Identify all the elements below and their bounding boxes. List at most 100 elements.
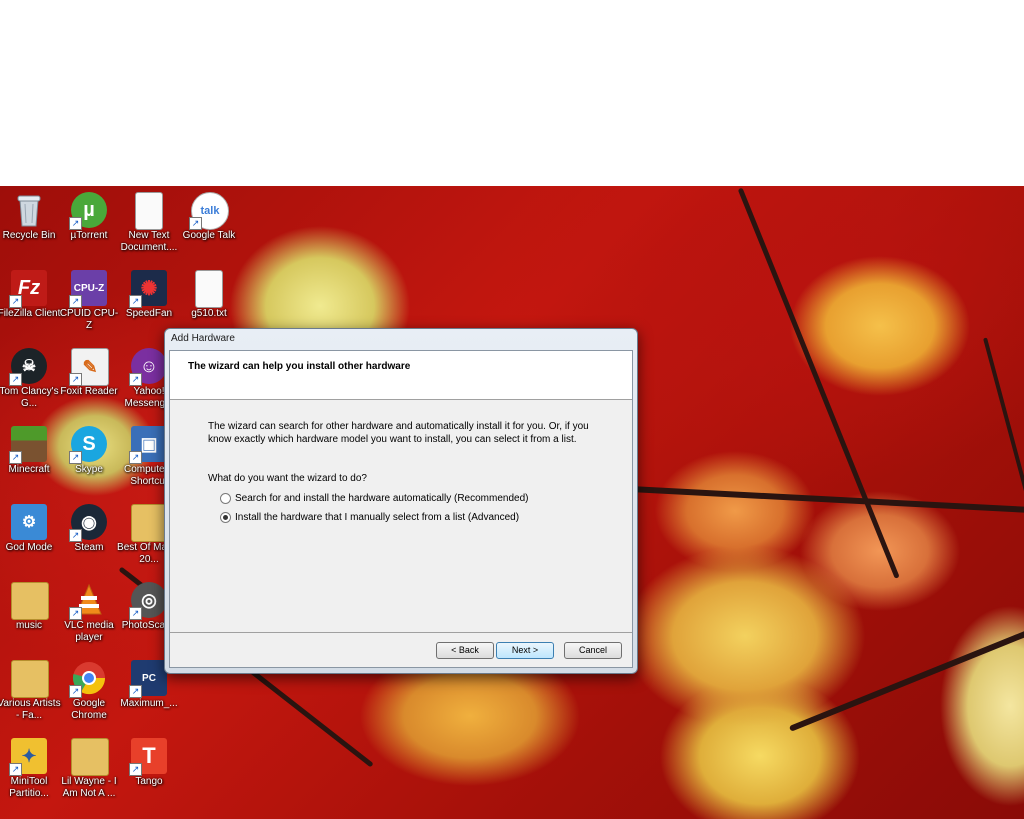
shortcut-arrow-icon: ↗ <box>129 607 142 620</box>
shortcut-arrow-icon: ↗ <box>129 763 142 776</box>
desktop-icon-steam[interactable]: ◉ ↗ Steam <box>57 504 121 554</box>
icon-label: Steam <box>74 542 104 553</box>
desktop-icon-google-talk[interactable]: talk ↗ Google Talk <box>177 192 241 242</box>
wallpaper-branch <box>788 628 1024 732</box>
vlc-icon: ↗ <box>69 582 107 620</box>
foxit-icon: ✎ ↗ <box>69 348 109 386</box>
radio-auto[interactable] <box>220 493 231 504</box>
control-panel-icon: ⚙ <box>11 504 47 540</box>
desktop-icon-game[interactable]: ☠ ↗ Tom Clancy's G... <box>0 348 61 410</box>
desktop-icon-tango[interactable]: T ↗ Tango <box>117 738 181 788</box>
shortcut-arrow-icon: ↗ <box>69 685 82 698</box>
wallpaper-branch <box>629 486 1024 514</box>
desktop-icon-lil-wayne[interactable]: Lil Wayne - I Am Not A ... <box>57 738 121 800</box>
back-button[interactable]: < Back <box>436 642 494 659</box>
icon-label: God Mode <box>5 542 53 553</box>
option-auto-label: Search for and install the hardware auto… <box>235 493 529 504</box>
shortcut-arrow-icon: ↗ <box>69 373 82 386</box>
wizard-header-title: The wizard can help you install other ha… <box>188 361 411 372</box>
folder-icon <box>11 660 49 698</box>
folder-icon <box>11 582 49 620</box>
steam-icon: ◉ ↗ <box>69 504 107 542</box>
shortcut-arrow-icon: ↗ <box>129 295 142 308</box>
icon-label: CPUID CPU-Z <box>59 308 119 331</box>
icon-label: MiniTool Partitio... <box>9 776 49 799</box>
icon-label: music <box>15 620 43 631</box>
icon-label: New Text Document.... <box>120 230 178 253</box>
desktop-icon-g510[interactable]: g510.txt <box>177 270 241 320</box>
option-auto-install[interactable]: Search for and install the hardware auto… <box>220 493 528 504</box>
recycle-bin-icon <box>11 192 47 228</box>
shortcut-arrow-icon: ↗ <box>69 451 82 464</box>
desktop-icon-new-text-document[interactable]: New Text Document.... <box>117 192 181 254</box>
wizard-question: What do you want the wizard to do? <box>208 473 367 484</box>
dialog-client-area: The wizard can help you install other ha… <box>169 350 633 668</box>
icon-label: Recycle Bin <box>2 230 56 241</box>
chrome-icon: ↗ <box>69 660 107 698</box>
icon-label: Maximum_... <box>120 698 178 709</box>
icon-label: FileZilla Client <box>0 308 61 319</box>
shortcut-arrow-icon: ↗ <box>129 451 142 464</box>
radio-manual[interactable] <box>220 512 231 523</box>
icon-label: Skype <box>75 464 103 475</box>
desktop-icon-god-mode[interactable]: ⚙ God Mode <box>0 504 61 554</box>
photoscape-icon: ◎ ↗ <box>129 582 167 620</box>
shortcut-arrow-icon: ↗ <box>189 217 202 230</box>
desktop-icon-music[interactable]: music <box>0 582 61 632</box>
desktop: Recycle Bin Fz ↗ FileZilla Client ☠ ↗ Tom … <box>0 186 1024 819</box>
cancel-button[interactable]: Cancel <box>564 642 622 659</box>
minitool-icon: ✦ ↗ <box>9 738 47 776</box>
text-document-icon <box>131 192 167 230</box>
wizard-header: The wizard can help you install other ha… <box>170 351 632 400</box>
icon-label: Google Chrome <box>71 698 107 721</box>
shortcut-arrow-icon: ↗ <box>69 295 82 308</box>
desktop-icon-foxit[interactable]: ✎ ↗ Foxit Reader <box>57 348 121 398</box>
shortcut-arrow-icon: ↗ <box>129 373 142 386</box>
folder-icon <box>131 504 169 542</box>
desktop-icon-various-artists[interactable]: Various Artists - Fa... <box>0 660 61 722</box>
desktop-icon-speedfan[interactable]: ✺ ↗ SpeedFan <box>117 270 181 320</box>
desktop-icon-cpuz[interactable]: CPU-Z ↗ CPUID CPU-Z <box>57 270 121 332</box>
desktop-icon-recycle-bin[interactable]: Recycle Bin <box>0 192 61 242</box>
shortcut-arrow-icon: ↗ <box>9 763 22 776</box>
option-manual-install[interactable]: Install the hardware that I manually sel… <box>220 512 519 523</box>
desktop-icon-minitool[interactable]: ✦ ↗ MiniTool Partitio... <box>0 738 61 800</box>
shortcut-arrow-icon: ↗ <box>69 217 82 230</box>
minecraft-icon: ↗ <box>9 426 47 464</box>
shortcut-arrow-icon: ↗ <box>9 373 22 386</box>
icon-label: g510.txt <box>191 308 227 319</box>
desktop-icon-chrome[interactable]: ↗ Google Chrome <box>57 660 121 722</box>
wallpaper-branch <box>983 337 1024 532</box>
icon-label: SpeedFan <box>125 308 173 319</box>
icon-label: Lil Wayne - I Am Not A ... <box>61 776 117 799</box>
icon-label: Google Talk <box>182 230 236 241</box>
folder-icon <box>71 738 109 776</box>
icon-label: VLC media player <box>64 620 114 643</box>
tango-icon: T ↗ <box>129 738 167 776</box>
yahoo-messenger-icon: ☺ ↗ <box>129 348 167 386</box>
icon-label: Tango <box>135 776 163 787</box>
speedfan-icon: ✺ ↗ <box>129 270 167 308</box>
desktop-icon-minecraft[interactable]: ↗ Minecraft <box>0 426 61 476</box>
computer-icon: ▣ ↗ <box>129 426 167 464</box>
add-hardware-dialog: Add Hardware The wizard can help you ins… <box>164 328 638 674</box>
desktop-icon-vlc[interactable]: ↗ VLC media player <box>57 582 121 644</box>
shortcut-arrow-icon: ↗ <box>9 451 22 464</box>
icon-label: µTorrent <box>70 230 108 241</box>
google-talk-icon: talk ↗ <box>189 192 229 230</box>
game-icon: ☠ ↗ <box>9 348 47 386</box>
next-button[interactable]: Next > <box>496 642 554 659</box>
magazine-icon: PC ↗ <box>129 660 167 698</box>
desktop-icon-skype[interactable]: S ↗ Skype <box>57 426 121 476</box>
wallpaper-branch <box>737 187 900 579</box>
wizard-description: The wizard can search for other hardware… <box>208 421 589 445</box>
footer-divider <box>170 632 632 633</box>
utorrent-icon: µ ↗ <box>69 192 107 230</box>
skype-icon: S ↗ <box>69 426 107 464</box>
filezilla-icon: Fz ↗ <box>9 270 47 308</box>
desktop-icon-filezilla[interactable]: Fz ↗ FileZilla Client <box>0 270 61 320</box>
icon-label: Various Artists - Fa... <box>0 698 61 721</box>
icon-label: Minecraft <box>8 464 50 475</box>
desktop-icon-utorrent[interactable]: µ ↗ µTorrent <box>57 192 121 242</box>
shortcut-arrow-icon: ↗ <box>129 685 142 698</box>
